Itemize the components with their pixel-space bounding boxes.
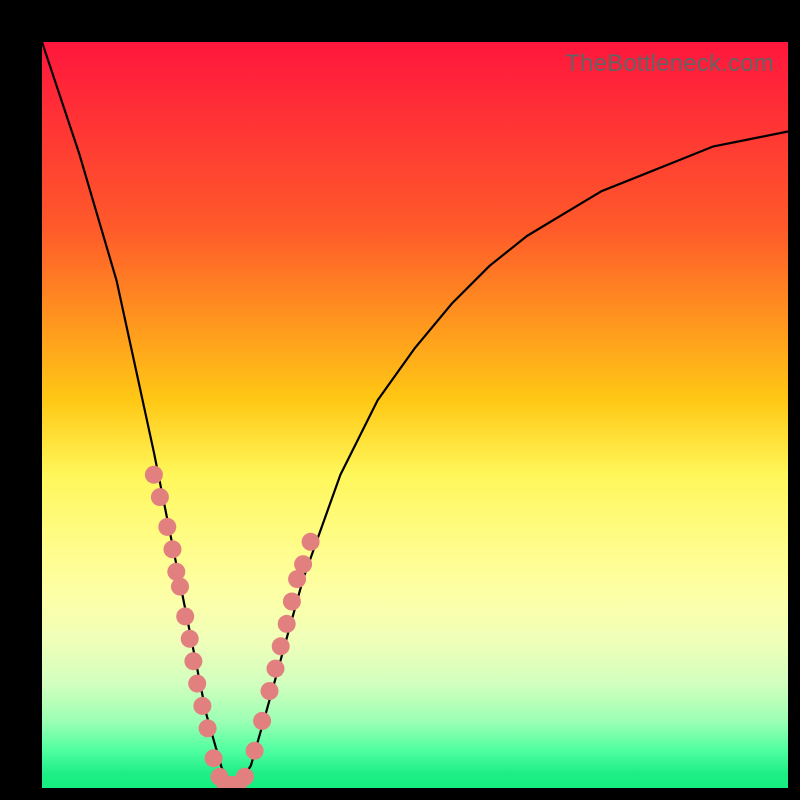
data-marker (151, 488, 169, 506)
data-marker (288, 570, 306, 588)
chart-container: TheBottleneck.com (0, 0, 800, 800)
data-marker (184, 652, 202, 670)
data-marker (302, 533, 320, 551)
data-marker (193, 697, 211, 715)
data-marker (199, 719, 217, 737)
data-marker (223, 776, 241, 788)
watermark-text: TheBottleneck.com (565, 50, 774, 78)
data-marker (272, 637, 290, 655)
chart-overlay (42, 42, 788, 788)
data-marker (167, 563, 185, 581)
data-marker (294, 555, 312, 573)
bottleneck-curve (42, 42, 788, 788)
plot-area: TheBottleneck.com (42, 42, 788, 788)
data-marker (211, 768, 229, 786)
data-marker (246, 742, 264, 760)
data-marker (145, 466, 163, 484)
data-marker (229, 775, 247, 788)
data-marker (283, 593, 301, 611)
data-marker (188, 675, 206, 693)
data-marker (253, 712, 271, 730)
data-marker (205, 749, 223, 767)
data-marker (176, 607, 194, 625)
data-marker (158, 518, 176, 536)
data-marker (267, 660, 285, 678)
data-marker (261, 682, 279, 700)
data-markers (145, 466, 320, 788)
data-marker (181, 630, 199, 648)
data-marker (217, 775, 235, 788)
data-marker (236, 768, 254, 786)
data-marker (171, 578, 189, 596)
data-marker (278, 615, 296, 633)
data-marker (164, 540, 182, 558)
